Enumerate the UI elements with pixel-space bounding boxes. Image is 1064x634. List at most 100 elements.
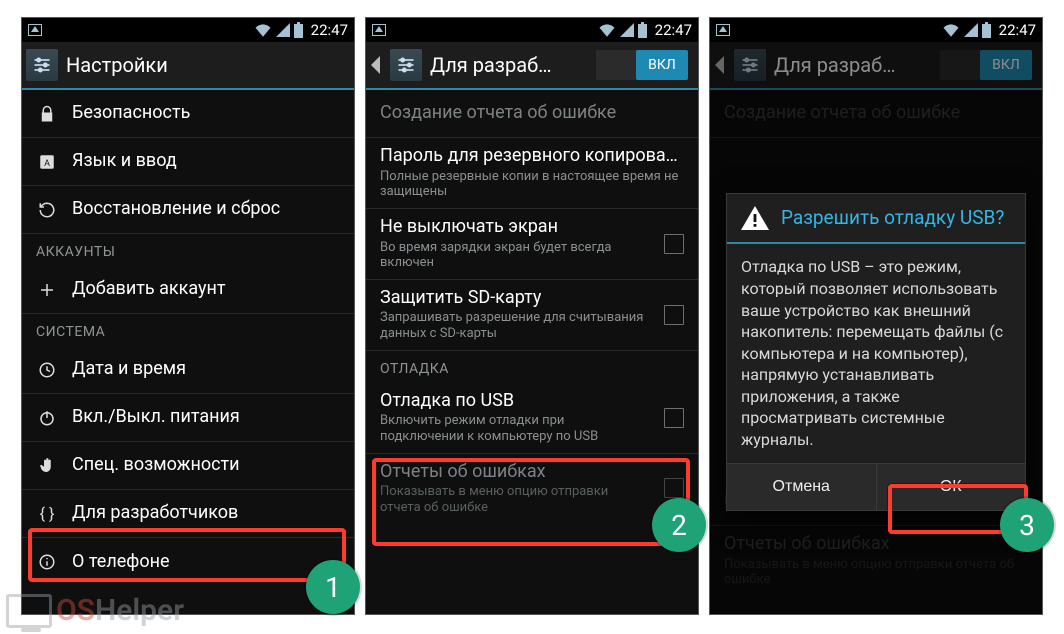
status-clock: 22:47 (311, 21, 348, 39)
row-label: Восстановление и сброс (72, 199, 340, 220)
row-about[interactable]: О телефоне (22, 538, 354, 586)
braces-icon: { } (36, 504, 58, 523)
row-label: Спец. возможности (72, 455, 340, 476)
page-title: Настройки (66, 53, 350, 77)
row-label: Вкл./Выкл. питания (72, 407, 340, 428)
row-backup[interactable]: Восстановление и сброс (22, 186, 354, 234)
row-protect-sd[interactable]: Защитить SD-карту Запрашивать разрешение… (366, 280, 698, 351)
toggle-on-label: ВКЛ (636, 50, 688, 80)
row-language[interactable]: A Язык и ввод (22, 138, 354, 186)
battery-icon (982, 22, 991, 38)
status-clock: 22:47 (999, 21, 1036, 39)
row-developer[interactable]: { } Для разработчиков (22, 490, 354, 538)
status-bar: 22:47 (22, 18, 354, 42)
info-icon (36, 553, 58, 571)
checkbox[interactable] (664, 305, 684, 325)
row-power[interactable]: Вкл./Выкл. питания (22, 394, 354, 442)
master-toggle[interactable]: ВКЛ (940, 50, 1032, 80)
ok-button[interactable]: ОК (876, 464, 1026, 510)
checkbox[interactable] (664, 408, 684, 428)
back-icon[interactable] (714, 56, 726, 74)
checkbox[interactable] (664, 478, 684, 498)
signal-icon (620, 23, 634, 37)
row-bugreport[interactable]: Создание отчета об ошибке (366, 90, 698, 138)
dialog-title-text: Разрешить отладку USB? (781, 208, 1004, 229)
toggle-on-label: ВКЛ (980, 50, 1032, 80)
battery-icon (638, 22, 647, 38)
phone-screenshot-1: 22:47 Настройки Безопасность A Язык и вв… (22, 18, 354, 614)
picture-icon (372, 24, 386, 36)
phone-screenshot-3: 22:47 Для разраб… ВКЛ Создание отчета об… (710, 18, 1042, 614)
master-toggle[interactable]: ВКЛ (596, 50, 688, 80)
dialog-body-text: Отладка по USB – это режим, который позв… (727, 244, 1025, 462)
hand-icon (36, 457, 58, 475)
warning-icon (741, 206, 769, 230)
language-icon: A (36, 153, 58, 171)
settings-list[interactable]: Безопасность A Язык и ввод Восстановлени… (22, 90, 354, 614)
wifi-icon (598, 23, 616, 37)
step-badge-3: 3 (1000, 498, 1054, 552)
row-error-reports[interactable]: Отчеты об ошибках Показывать в меню опци… (366, 454, 698, 524)
row-datetime[interactable]: Дата и время (22, 346, 354, 394)
settings-icon (390, 49, 422, 81)
row-sub: Включить режим отладки при подключении к… (380, 413, 650, 444)
page-title: Для разраб… (774, 53, 932, 77)
row-label: Добавить аккаунт (72, 279, 340, 300)
plus-icon (36, 281, 58, 299)
row-label: Отладка по USB (380, 391, 650, 412)
cancel-button[interactable]: Отмена (727, 464, 876, 510)
row-label: Для разработчиков (72, 503, 340, 524)
row-sub: Полные резервные копии в настоящее время… (380, 169, 684, 200)
checkbox[interactable] (664, 234, 684, 254)
row-label: Безопасность (72, 103, 340, 124)
modal-backdrop: Разрешить отладку USB? Отладка по USB – … (710, 90, 1042, 614)
row-label: Создание отчета об ошибке (380, 103, 684, 124)
section-accounts: АККАУНТЫ (22, 234, 354, 266)
svg-text:A: A (44, 158, 50, 168)
row-sub: Запрашивать разрешение для считывания да… (380, 310, 650, 341)
row-label: О телефоне (72, 552, 340, 573)
row-sub: Показывать в меню опцию отправки отчета … (380, 484, 650, 515)
status-bar: 22:47 (710, 18, 1042, 42)
row-usb-debugging[interactable]: Отладка по USB Включить режим отладки пр… (366, 383, 698, 454)
picture-icon (716, 24, 730, 36)
power-icon (36, 409, 58, 427)
picture-icon (28, 24, 42, 36)
step-badge-1: 1 (306, 560, 360, 614)
page-title: Для разраб… (430, 53, 588, 77)
clock-icon (36, 361, 58, 379)
settings-icon (26, 49, 58, 81)
row-label: Защитить SD-карту (380, 288, 650, 309)
row-sub: Во время зарядки экран будет всегда вклю… (380, 240, 650, 271)
row-security[interactable]: Безопасность (22, 90, 354, 138)
row-stay-awake[interactable]: Не выключать экран Во время зарядки экра… (366, 209, 698, 280)
row-backup-password[interactable]: Пароль для резервного копирования Полные… (366, 138, 698, 209)
action-bar: Для разраб… ВКЛ (366, 42, 698, 90)
wifi-icon (254, 23, 272, 37)
action-bar: Настройки (22, 42, 354, 90)
row-label: Язык и ввод (72, 151, 340, 172)
lock-icon (36, 105, 58, 123)
signal-icon (276, 23, 290, 37)
section-debug: ОТЛАДКА (366, 351, 698, 383)
row-label: Пароль для резервного копирования (380, 146, 684, 167)
phone-screenshot-2: 22:47 Для разраб… ВКЛ Создание отчета об… (366, 18, 698, 614)
settings-icon (734, 49, 766, 81)
status-clock: 22:47 (655, 21, 692, 39)
row-label: Не выключать экран (380, 217, 650, 238)
status-bar: 22:47 (366, 18, 698, 42)
section-system: СИСТЕМА (22, 314, 354, 346)
battery-icon (294, 22, 303, 38)
row-accessibility[interactable]: Спец. возможности (22, 442, 354, 490)
row-label: Дата и время (72, 359, 340, 380)
developer-list[interactable]: Создание отчета об ошибке Пароль для рез… (366, 90, 698, 614)
step-badge-2: 2 (652, 498, 706, 552)
restore-icon (36, 201, 58, 219)
action-bar: Для разраб… ВКЛ (710, 42, 1042, 90)
back-icon[interactable] (370, 56, 382, 74)
signal-icon (964, 23, 978, 37)
row-add-account[interactable]: Добавить аккаунт (22, 266, 354, 314)
usb-debug-dialog: Разрешить отладку USB? Отладка по USB – … (726, 193, 1026, 510)
row-label: Отчеты об ошибках (380, 462, 650, 483)
wifi-icon (942, 23, 960, 37)
